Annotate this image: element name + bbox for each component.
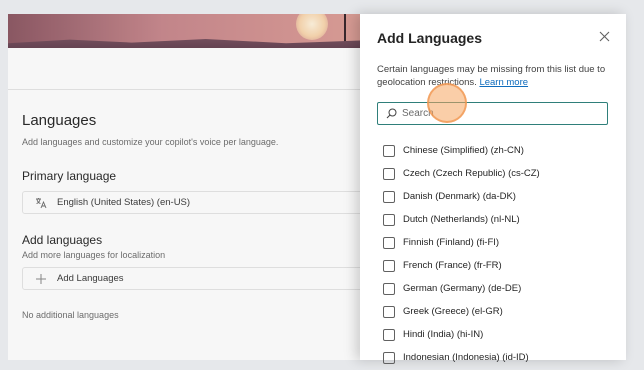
language-label: Indonesian (Indonesia) (id-ID): [403, 352, 529, 363]
checkbox[interactable]: [383, 213, 395, 226]
language-label: German (Germany) (de-DE): [403, 283, 522, 294]
language-label: French (France) (fr-FR): [403, 260, 502, 271]
close-button[interactable]: [596, 30, 612, 46]
checkbox[interactable]: [383, 259, 395, 272]
checkbox[interactable]: [383, 328, 395, 341]
search-icon: [386, 108, 397, 119]
checkbox[interactable]: [383, 351, 395, 364]
panel-title: Add Languages: [377, 30, 483, 46]
add-languages-panel: Add Languages Certain languages may be m…: [360, 14, 626, 364]
language-item[interactable]: German (Germany) (de-DE): [383, 277, 613, 300]
language-label: Danish (Denmark) (da-DK): [403, 191, 516, 202]
checkbox[interactable]: [383, 282, 395, 295]
language-label: Dutch (Netherlands) (nl-NL): [403, 214, 520, 225]
language-item[interactable]: Hindi (India) (hi-IN): [383, 323, 613, 346]
language-label: Czech (Czech Republic) (cs-CZ): [403, 168, 540, 179]
language-label: Finnish (Finland) (fi-FI): [403, 237, 500, 248]
language-item[interactable]: French (France) (fr-FR): [383, 254, 613, 277]
language-label: Chinese (Simplified) (zh-CN): [403, 145, 524, 156]
language-item[interactable]: Chinese (Simplified) (zh-CN): [383, 139, 613, 162]
checkbox[interactable]: [383, 236, 395, 249]
checkbox[interactable]: [383, 305, 395, 318]
language-item[interactable]: Dutch (Netherlands) (nl-NL): [383, 208, 613, 231]
language-item[interactable]: Finnish (Finland) (fi-FI): [383, 231, 613, 254]
checkbox[interactable]: [383, 167, 395, 180]
learn-more-link[interactable]: Learn more: [479, 77, 528, 88]
close-icon: [599, 31, 609, 42]
panel-description: Certain languages may be missing from th…: [377, 63, 613, 89]
language-list: Chinese (Simplified) (zh-CN) Czech (Czec…: [383, 139, 613, 369]
language-label: Hindi (India) (hi-IN): [403, 329, 484, 340]
language-label: Greek (Greece) (el-GR): [403, 306, 503, 317]
search-field[interactable]: [377, 102, 608, 125]
language-item[interactable]: Greek (Greece) (el-GR): [383, 300, 613, 323]
checkbox[interactable]: [383, 144, 395, 157]
language-item[interactable]: Czech (Czech Republic) (cs-CZ): [383, 162, 613, 185]
cursor-highlight: [427, 83, 467, 123]
language-item[interactable]: Indonesian (Indonesia) (id-ID): [383, 346, 613, 369]
language-item[interactable]: Danish (Denmark) (da-DK): [383, 185, 613, 208]
checkbox[interactable]: [383, 190, 395, 203]
